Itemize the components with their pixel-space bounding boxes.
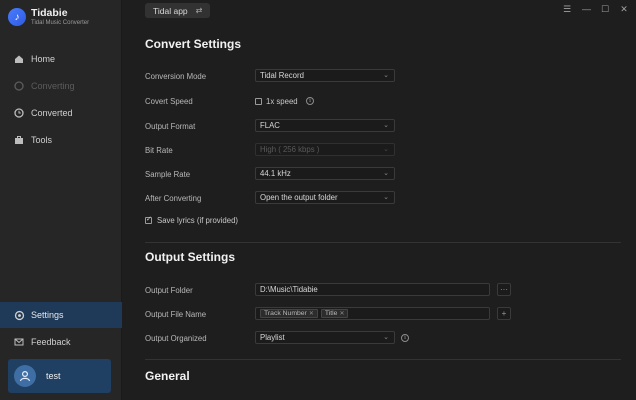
brand: ♪ Tidabie Tidal Music Converter bbox=[8, 7, 89, 27]
output-format-value: FLAC bbox=[260, 121, 280, 130]
output-format-label: Output Format bbox=[145, 122, 196, 131]
tag-label: Title bbox=[324, 310, 338, 317]
add-tag-button[interactable]: + bbox=[497, 307, 511, 320]
avatar bbox=[14, 365, 36, 387]
close-icon[interactable]: ✕ bbox=[620, 4, 628, 15]
sample-rate-value: 44.1 kHz bbox=[260, 169, 291, 178]
output-organized-value: Playlist bbox=[260, 333, 285, 342]
home-icon bbox=[13, 53, 25, 65]
window-controls: ☰ — ☐ ✕ bbox=[563, 4, 628, 15]
sidebar-item-home[interactable]: Home bbox=[0, 46, 122, 72]
file-name-tag[interactable]: Title ✕ bbox=[320, 309, 349, 318]
convert-speed-label: Covert Speed bbox=[145, 97, 193, 106]
after-converting-value: Open the output folder bbox=[260, 193, 338, 202]
app-name: Tidabie bbox=[31, 7, 68, 19]
sample-rate-select[interactable]: 44.1 kHz ⌄ bbox=[255, 167, 395, 180]
sidebar-item-label: Settings bbox=[31, 310, 64, 320]
general-title: General bbox=[145, 369, 190, 383]
output-folder-value: D:\Music\Tidabie bbox=[260, 285, 318, 294]
plus-icon: + bbox=[501, 309, 507, 318]
sidebar-item-tools[interactable]: Tools bbox=[0, 127, 122, 153]
maximize-icon[interactable]: ☐ bbox=[601, 4, 609, 15]
section-divider bbox=[145, 359, 621, 360]
close-icon[interactable]: ✕ bbox=[339, 310, 344, 317]
after-converting-label: After Converting bbox=[145, 194, 202, 203]
sample-rate-label: Sample Rate bbox=[145, 170, 191, 179]
chevron-down-icon: ⌄ bbox=[383, 334, 389, 341]
tidabie-logo-icon: ♪ bbox=[8, 8, 26, 26]
file-name-tag[interactable]: Track Number ✕ bbox=[260, 309, 318, 318]
menu-icon[interactable]: ☰ bbox=[563, 4, 571, 15]
output-format-select[interactable]: FLAC ⌄ bbox=[255, 119, 395, 132]
sidebar-item-settings[interactable]: Settings bbox=[0, 302, 122, 328]
conversion-mode-label: Conversion Mode bbox=[145, 72, 207, 81]
mail-icon bbox=[13, 336, 25, 348]
converting-icon bbox=[13, 80, 25, 92]
user-card[interactable]: test bbox=[8, 359, 111, 393]
browse-folder-button[interactable]: ··· bbox=[497, 283, 511, 296]
close-icon[interactable]: ✕ bbox=[309, 310, 314, 317]
convert-speed-checkbox[interactable] bbox=[255, 98, 262, 105]
output-organized-label: Output Organized bbox=[145, 334, 207, 343]
chevron-down-icon: ⌄ bbox=[383, 146, 389, 153]
sidebar-item-feedback[interactable]: Feedback bbox=[0, 329, 122, 355]
output-settings-title: Output Settings bbox=[145, 250, 235, 264]
minimize-icon[interactable]: — bbox=[582, 4, 591, 15]
bit-rate-label: Bit Rate bbox=[145, 146, 173, 155]
conversion-mode-value: Tidal Record bbox=[260, 71, 304, 80]
gear-icon bbox=[13, 309, 25, 321]
info-icon[interactable]: i bbox=[306, 97, 314, 105]
user-name: test bbox=[46, 371, 61, 381]
sidebar: ♪ Tidabie Tidal Music Converter Home Con… bbox=[0, 0, 122, 400]
sidebar-item-label: Feedback bbox=[31, 337, 71, 347]
source-label: Tidal app bbox=[153, 5, 188, 16]
save-lyrics-label: Save lyrics (if provided) bbox=[157, 216, 239, 225]
convert-settings-title: Convert Settings bbox=[145, 37, 242, 51]
convert-speed-option: 1x speed bbox=[266, 97, 298, 106]
bit-rate-value: High ( 256 kbps ) bbox=[260, 145, 320, 154]
chevron-down-icon: ⌄ bbox=[383, 194, 389, 201]
output-organized-select[interactable]: Playlist ⌄ bbox=[255, 331, 395, 344]
output-file-name-field[interactable]: Track Number ✕ Title ✕ bbox=[255, 307, 490, 320]
toolbox-icon bbox=[13, 134, 25, 146]
sidebar-item-converting[interactable]: Converting bbox=[0, 73, 122, 99]
tag-label: Track Number bbox=[264, 310, 307, 317]
chevron-down-icon: ⌄ bbox=[383, 72, 389, 79]
output-file-name-label: Output File Name bbox=[145, 310, 207, 319]
conversion-mode-select[interactable]: Tidal Record ⌄ bbox=[255, 69, 395, 82]
more-icon: ··· bbox=[500, 285, 508, 294]
app-subtitle: Tidal Music Converter bbox=[31, 20, 90, 26]
bit-rate-select: High ( 256 kbps ) ⌄ bbox=[255, 143, 395, 156]
sidebar-item-label: Converted bbox=[31, 108, 73, 118]
clock-icon bbox=[13, 107, 25, 119]
sidebar-item-label: Tools bbox=[31, 135, 53, 145]
chevron-down-icon: ⌄ bbox=[383, 122, 389, 129]
sidebar-item-label: Home bbox=[31, 54, 56, 64]
info-icon[interactable]: i bbox=[401, 334, 409, 342]
output-folder-field[interactable]: D:\Music\Tidabie bbox=[255, 283, 490, 296]
chevron-down-icon: ⌄ bbox=[383, 170, 389, 177]
output-folder-label: Output Folder bbox=[145, 286, 193, 295]
after-converting-select[interactable]: Open the output folder ⌄ bbox=[255, 191, 395, 204]
save-lyrics-checkbox[interactable] bbox=[145, 215, 152, 224]
source-switch-button[interactable]: Tidal app ⇄ bbox=[145, 3, 211, 18]
section-divider bbox=[145, 242, 621, 243]
sidebar-item-converted[interactable]: Converted bbox=[0, 100, 122, 126]
sidebar-item-label: Converting bbox=[31, 81, 75, 91]
switch-icon: ⇄ bbox=[195, 6, 203, 15]
